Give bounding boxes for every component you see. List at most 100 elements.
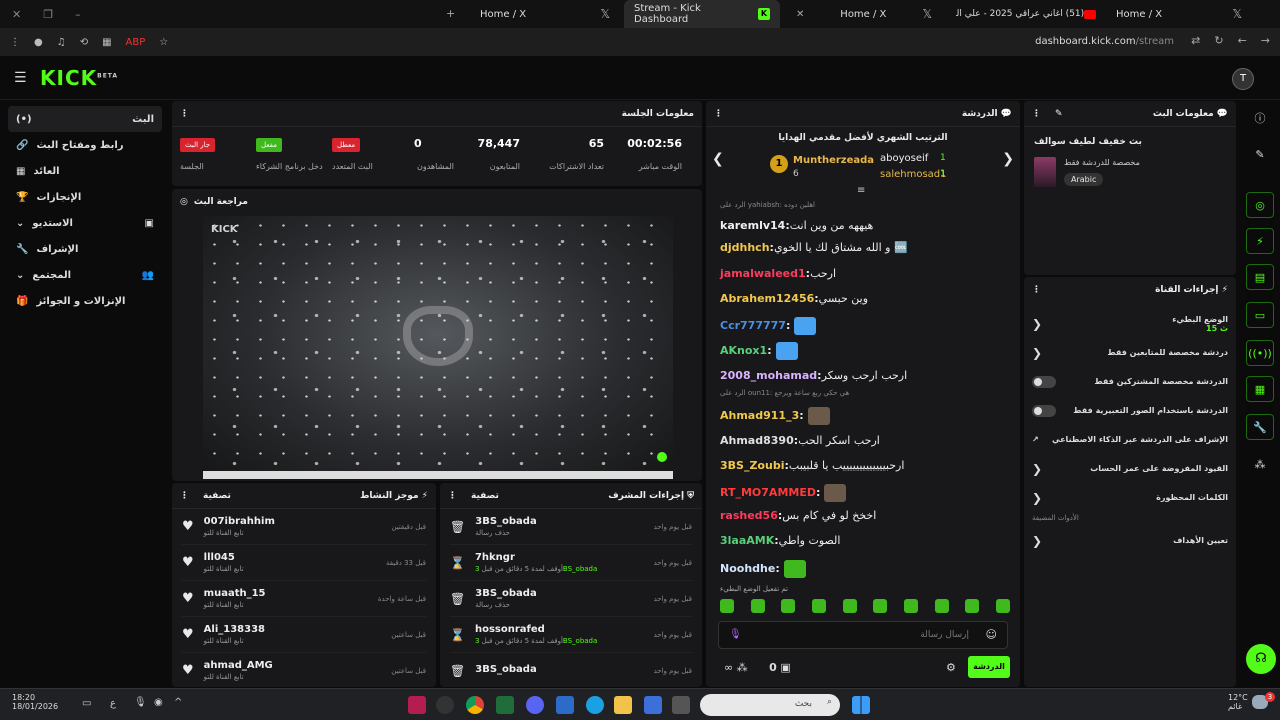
chat-username[interactable]: Ahmad8390 [720,434,794,447]
tab-kick-dashboard[interactable]: Stream - Kick Dashboard K [624,0,780,28]
chat-username[interactable]: 2008_mohamad [720,369,817,382]
sidebar-item-moderation[interactable]: 🔧 الإشراف [8,236,162,262]
channel-action-row[interactable]: ❯ الكلمات المحظورة [1024,483,1236,512]
info-icon[interactable]: ⓘ [1246,106,1274,132]
leader-name[interactable]: aboyoseif [880,153,928,164]
chevron-up-icon[interactable]: ^ [174,697,182,708]
app-icon-1[interactable] [408,696,426,714]
mod-action-user[interactable]: 3BS_obada [475,664,536,675]
emote-icon[interactable] [965,599,980,613]
chat-username[interactable]: Ccr777777 [720,319,786,332]
chat-message[interactable]: karemlv14:هيههه من وين انت [720,219,873,232]
chrome-icon[interactable] [466,696,484,714]
hamburger-menu-icon[interactable]: ☰ [14,70,27,86]
mod-action-user[interactable]: hossonrafed [475,624,597,635]
url-field[interactable]: dashboard.kick.com/stream [1035,36,1174,47]
sync-icon[interactable]: ⟲ [80,37,88,48]
chat-icon[interactable]: ▭ [1246,302,1274,328]
more-menu-icon[interactable]: ⋮ [1032,109,1041,119]
emote-icon[interactable] [842,599,857,613]
extensions-icon[interactable]: ⁂ [1246,452,1274,478]
chat-message[interactable]: 3laaAMK:الصوت واطي [720,534,840,547]
microphone-icon[interactable]: 🎙 [134,697,147,708]
gift-box-icon[interactable]: ▣ [780,661,790,674]
app-icon-2[interactable] [436,696,454,714]
mod-action-row[interactable]: ⌛ hossonrafed أوقف لمدة 5 دقائق من قبل 3BS… [450,617,692,653]
sidebar-item-community[interactable]: ⌄ المجتمع 👥 [8,262,162,288]
site-settings-icon[interactable]: ⇄ [1191,34,1200,47]
help-button[interactable]: ☊ [1246,644,1276,674]
reply-context[interactable]: الرد على oun11: هي حكي ربع ساعة ويرجع [720,389,849,397]
more-menu-icon[interactable]: ⋮ [180,491,189,501]
channel-action-row[interactable]: الدردشة مخصصة المشتركين فقط [1024,367,1236,396]
restore-icon[interactable]: ❐ [43,8,53,21]
mod-action-row[interactable]: 🗑 3BS_obada حذف رسالة قبل يوم واحد [450,581,692,617]
chat-message[interactable]: djdhhch:و الله مشتاق لك يا الخوي 🆒 [720,241,908,254]
leader-name[interactable]: salehmosad1 [880,169,947,180]
broadcast-icon[interactable]: ((•)) [1246,340,1274,366]
app-icon-4[interactable] [644,696,662,714]
extension-icon[interactable]: ● [34,37,43,48]
notification-icon[interactable]: ▭ [82,698,91,709]
activity-user[interactable]: ahmad_AMG [204,660,273,671]
sidebar-item-stream[interactable]: (•) البث [8,106,162,132]
more-menu-icon[interactable]: ⋮ [180,109,189,119]
back-icon[interactable]: → [1261,34,1270,47]
infinity-icon[interactable]: ∞ [724,661,733,674]
tab-home-x-3[interactable]: Home / X 𝕏 [1106,0,1252,28]
leaderboard-prev-icon[interactable]: ❮ [712,151,724,167]
pencil-icon[interactable]: ✎ [1055,109,1063,119]
app-icon-3[interactable] [496,696,514,714]
adblock-icon[interactable]: ABP [126,37,146,48]
activity-user[interactable]: lll045 [204,552,244,563]
mod-action-row[interactable]: 🗑 3BS_obada حذف رسالة قبل يوم واحد [450,509,692,545]
category-tag[interactable]: Arabic [1064,173,1104,186]
emoji-icon[interactable]: ☺ [986,628,997,641]
set-goals-action[interactable]: ❯ تعيين الأهداف [1024,526,1236,555]
language-indicator[interactable]: ع [110,698,116,709]
file-explorer-icon[interactable] [614,696,632,714]
activity-row[interactable]: ♥ 007ibrahhim تابع القناة للتو قبل دقيقتين [182,509,426,545]
chat-message[interactable]: Noohdhe: [720,560,806,578]
mod-action-user[interactable]: 7hkngr [475,552,597,563]
taskbar-search[interactable]: بحث ⌕ [700,694,840,716]
emote-icon[interactable] [903,599,918,613]
emote-icon[interactable] [873,599,888,613]
clock[interactable]: 18:20 18/01/2026 [12,693,58,711]
sidebar-item-stream-key[interactable]: 🔗 رابط ومفتاح البث [8,132,162,158]
sidebar-item-achievements[interactable]: 🏆 الإنجازات [8,184,162,210]
layout-icon[interactable]: ▦ [1246,376,1274,402]
gear-icon[interactable]: ⚙ [946,661,956,674]
activity-user[interactable]: Ali_138338 [204,624,265,635]
chat-username[interactable]: rashed56 [720,509,778,522]
emote-icon[interactable] [720,599,734,613]
emote-icon[interactable] [781,599,796,613]
weather-widget[interactable]: 12°C غائم [1228,693,1248,711]
mod-filter[interactable]: تصفية [471,491,499,501]
sidebar-item-revenue[interactable]: ▦ العائد [8,158,162,184]
grid-icon[interactable]: ▦ [102,37,111,48]
activity-row[interactable]: ♥ muaath_15 تابع القناة للتو قبل ساعة واحدة [182,581,426,617]
toggle-switch[interactable] [1032,404,1056,417]
chat-message[interactable]: Ahmad911_3: [720,407,830,425]
chat-message[interactable]: RT_MO7AMMED: [720,484,847,502]
emote-icon[interactable] [995,599,1010,613]
more-menu-icon[interactable]: ⋮ [448,491,457,501]
activity-filter[interactable]: تصفية [203,491,231,501]
wrench-icon[interactable]: 🔧 [1246,414,1274,440]
collapse-leaderboard-icon[interactable]: ≡ [857,185,865,196]
chat-message[interactable]: rashed56:اخخخ لو في كام بس [720,509,876,522]
leaderboard-next-icon[interactable]: ❯ [1002,151,1014,167]
discord-icon[interactable] [526,696,544,714]
chat-username[interactable]: jamalwaleed1 [720,267,806,280]
close-tab-icon[interactable]: ✕ [796,9,804,20]
settings-dots-icon[interactable]: ⁂ [737,661,748,674]
chat-message[interactable]: AKnox1: [720,342,798,360]
chat-input[interactable]: 🎙 إرسال رسالة ☺ [718,621,1008,649]
channel-action-row[interactable]: الدردشة باستخدام الصور التعبيرية فقط [1024,396,1236,425]
tab-home-x-2[interactable]: ✕ Home / X 𝕏 [786,0,942,28]
sidebar-item-drops[interactable]: 🎁 الإنزالات و الجوائز [8,288,162,314]
stream-preview-video[interactable]: KICK [203,216,673,479]
minimize-icon[interactable]: – [75,8,81,21]
sidebar-item-studio[interactable]: ⌄ الاستديو ▣ [8,210,162,236]
